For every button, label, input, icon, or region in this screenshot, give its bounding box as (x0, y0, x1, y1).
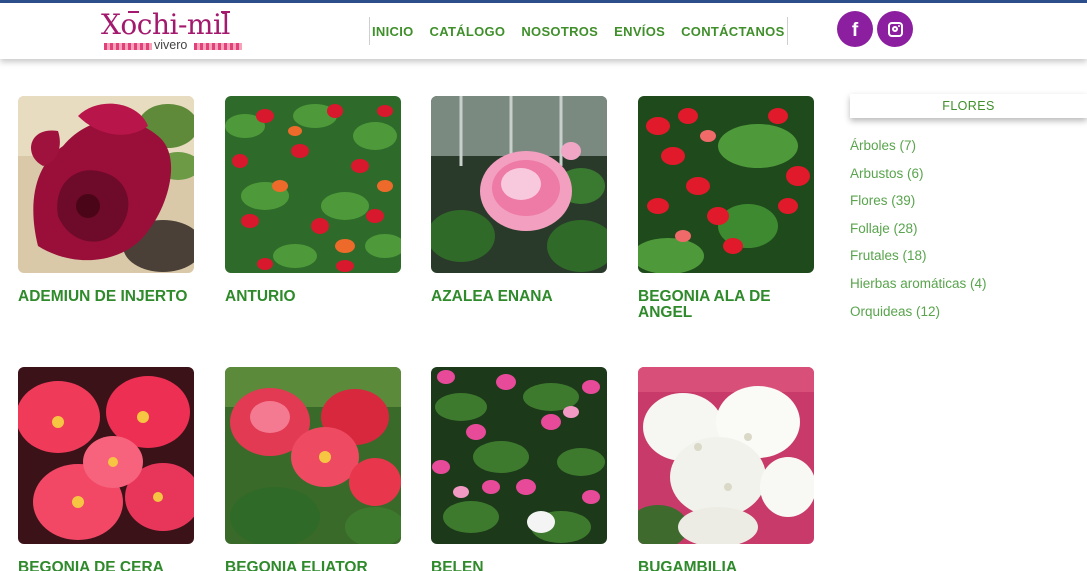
category-item-frutales[interactable]: Frutales (18) (850, 246, 1087, 274)
instagram-icon (887, 21, 903, 37)
nav-item-contactanos[interactable]: CONTÁCTANOS (681, 24, 784, 39)
brand-logo[interactable]: Xochi-mil vivero (101, 8, 246, 55)
product-title[interactable]: BUGAMBILIA (638, 560, 814, 571)
category-item-arbustos[interactable]: Arbustos (6) (850, 164, 1087, 192)
category-item-arboles[interactable]: Árboles (7) (850, 136, 1087, 164)
instagram-button[interactable] (877, 11, 913, 47)
product-title[interactable]: ANTURIO (225, 289, 401, 305)
product-card[interactable]: ANTURIO (225, 96, 401, 305)
brand-subtitle: vivero (154, 38, 188, 52)
facebook-icon: f (851, 19, 859, 41)
sidebar-title: FLORES (850, 94, 1087, 118)
nav-item-catalogo[interactable]: CATÁLOGO (430, 24, 506, 39)
product-card[interactable]: BELEN (431, 367, 607, 571)
product-title[interactable]: AZALEA ENANA (431, 289, 607, 305)
logo-ornament (194, 43, 242, 50)
product-image[interactable] (18, 367, 194, 544)
category-item-flores[interactable]: Flores (39) (850, 191, 1087, 219)
product-title[interactable]: BEGONIA DE CERA (18, 560, 194, 571)
product-image[interactable] (225, 96, 401, 273)
site-header: Xochi-mil vivero INICIO CATÁLOGO NOSOTRO… (0, 3, 1087, 59)
category-item-orquideas[interactable]: Orquideas (12) (850, 302, 1087, 330)
product-image[interactable] (638, 367, 814, 544)
product-card[interactable]: BUGAMBILIA (638, 367, 814, 571)
product-image[interactable] (18, 96, 194, 273)
logo-ornament (104, 43, 152, 50)
product-card[interactable]: BEGONIA ALA DE ANGEL (638, 96, 814, 321)
product-title[interactable]: BELEN (431, 560, 607, 571)
main-nav: INICIO CATÁLOGO NOSOTROS ENVÍOS CONTÁCTA… (369, 17, 788, 45)
product-card[interactable]: BEGONIA DE CERA (18, 367, 194, 571)
facebook-button[interactable]: f (837, 11, 873, 47)
product-image[interactable] (431, 96, 607, 273)
category-item-follaje[interactable]: Follaje (28) (850, 219, 1087, 247)
product-card[interactable]: AZALEA ENANA (431, 96, 607, 305)
product-title[interactable]: BEGONIA ALA DE ANGEL (638, 289, 814, 321)
nav-item-nosotros[interactable]: NOSOTROS (521, 24, 598, 39)
category-item-hierbas[interactable]: Hierbas aromáticas (4) (850, 274, 1087, 302)
product-card[interactable]: BEGONIA ELIATOR (225, 367, 401, 571)
product-image[interactable] (638, 96, 814, 273)
product-image[interactable] (431, 367, 607, 544)
category-sidebar: FLORES Árboles (7) Arbustos (6) Flores (… (850, 94, 1087, 329)
product-card[interactable]: ADEMIUN DE INJERTO (18, 96, 194, 305)
product-image[interactable] (225, 367, 401, 544)
nav-item-envios[interactable]: ENVÍOS (614, 24, 665, 39)
product-title[interactable]: ADEMIUN DE INJERTO (18, 289, 194, 305)
nav-item-inicio[interactable]: INICIO (372, 24, 414, 39)
category-list: Árboles (7) Arbustos (6) Flores (39) Fol… (850, 136, 1087, 329)
product-title[interactable]: BEGONIA ELIATOR (225, 560, 401, 571)
brand-name: Xochi-mil (101, 8, 230, 41)
